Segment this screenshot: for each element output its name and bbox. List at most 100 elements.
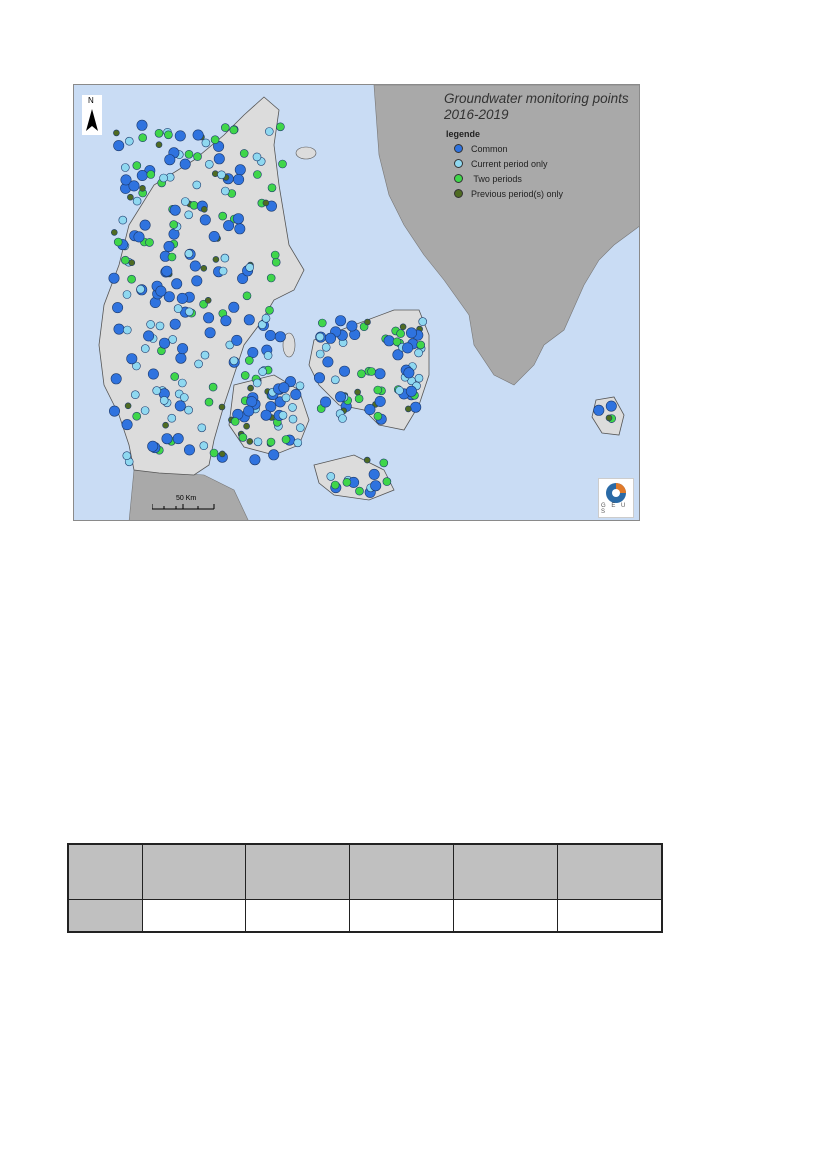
monitoring-point-marker <box>121 419 133 431</box>
common-marker-icon <box>454 144 463 153</box>
monitoring-point-marker <box>245 356 254 365</box>
monitoring-point-marker <box>243 422 250 430</box>
monitoring-point-marker <box>243 314 255 326</box>
monitoring-point-marker <box>247 384 254 392</box>
monitoring-point-marker <box>278 159 287 169</box>
monitoring-point-marker <box>120 255 130 265</box>
monitoring-point-marker <box>212 256 220 263</box>
monitoring-point-marker <box>364 318 371 326</box>
monitoring-point-marker <box>124 136 134 146</box>
monitoring-point-marker <box>295 381 305 391</box>
table-cell <box>67 899 143 933</box>
data-table <box>67 843 663 933</box>
monitoring-point-marker <box>288 403 297 412</box>
monitoring-point-marker <box>268 449 280 461</box>
monitoring-point-marker <box>200 265 208 272</box>
monitoring-point-marker <box>199 214 211 226</box>
table-cell <box>245 899 350 933</box>
monitoring-point-marker <box>342 477 352 487</box>
monitoring-point-marker <box>181 197 190 206</box>
monitoring-point-marker <box>169 318 181 330</box>
monitoring-point-marker <box>223 220 235 232</box>
monitoring-point-marker <box>253 170 262 179</box>
monitoring-point-marker <box>141 344 150 353</box>
monitoring-point-marker <box>593 404 605 416</box>
monitoring-point-marker <box>200 350 210 360</box>
monitoring-point-marker <box>402 342 414 354</box>
monitoring-point-marker <box>220 315 232 327</box>
header-cell <box>349 843 454 900</box>
monitoring-point-marker <box>403 367 415 379</box>
monitoring-point-marker <box>605 400 617 412</box>
monitoring-point-marker <box>274 331 286 343</box>
monitoring-point-marker <box>128 259 136 266</box>
monitoring-point-marker <box>108 272 120 284</box>
monitoring-point-marker <box>159 396 169 405</box>
monitoring-point-marker <box>204 297 212 304</box>
monitoring-point-marker <box>201 206 208 213</box>
monitoring-point-marker <box>139 185 146 192</box>
monitoring-point-marker <box>320 396 332 408</box>
monitoring-point-marker <box>136 284 145 294</box>
monitoring-point-marker <box>189 201 199 210</box>
header-cell <box>453 843 558 900</box>
monitoring-point-marker <box>267 183 277 193</box>
monitoring-point-marker <box>147 368 159 380</box>
geus-logo-text: G E U S <box>601 503 628 515</box>
monitoring-point-marker <box>242 291 252 301</box>
header-cell <box>245 843 350 900</box>
monitoring-point-marker <box>173 304 183 313</box>
legend-label: Current period only <box>471 158 548 169</box>
monitoring-point-marker <box>208 382 218 392</box>
monitoring-point-marker <box>258 367 267 376</box>
two-periods-marker-icon <box>454 174 463 183</box>
monitoring-point-marker <box>382 477 392 486</box>
monitoring-point-marker <box>132 161 142 170</box>
monitoring-point-marker <box>293 438 303 448</box>
monitoring-point-marker <box>261 314 271 323</box>
monitoring-point-marker <box>140 406 150 415</box>
monitoring-point-marker <box>152 386 161 395</box>
monitoring-point-marker <box>179 158 191 170</box>
monitoring-point-marker <box>264 330 276 342</box>
table-cell <box>142 899 246 933</box>
monitoring-point-marker <box>246 438 254 445</box>
monitoring-point-marker <box>185 307 194 317</box>
monitoring-point-marker <box>110 373 122 385</box>
monitoring-point-marker <box>159 337 171 349</box>
monitoring-point-marker <box>208 231 220 243</box>
monitoring-point-marker <box>164 130 173 140</box>
monitoring-point-marker <box>184 150 194 159</box>
scale-bar-icon <box>152 504 215 510</box>
monitoring-point-marker <box>373 411 383 421</box>
monitoring-point-marker <box>281 393 291 403</box>
monitoring-point-marker <box>194 359 203 369</box>
monitoring-point-marker <box>322 356 334 368</box>
map-title-line2: 2016-2019 <box>444 107 509 122</box>
monitoring-point-marker <box>238 433 248 442</box>
monitoring-point-marker <box>335 315 347 327</box>
monitoring-point-marker <box>252 378 262 388</box>
monitoring-point-marker <box>265 306 274 315</box>
monitoring-point-marker <box>288 414 298 424</box>
monitoring-point-marker <box>199 441 209 451</box>
monitoring-point-marker <box>229 125 239 135</box>
monitoring-point-marker <box>176 292 188 304</box>
monitoring-point-marker <box>405 385 417 397</box>
monitoring-point-marker <box>396 329 405 338</box>
monitoring-point-marker <box>205 160 214 169</box>
groundwater-map: Groundwater monitoring points 2016-2019 … <box>73 84 640 521</box>
monitoring-point-marker <box>290 388 302 400</box>
monitoring-point-marker <box>246 396 258 408</box>
monitoring-point-marker <box>178 378 187 388</box>
monitoring-point-marker <box>399 323 407 331</box>
monitoring-point-marker <box>368 468 380 480</box>
monitoring-point-marker <box>354 388 361 396</box>
monitoring-point-marker <box>171 278 183 290</box>
monitoring-point-marker <box>130 390 140 400</box>
monitoring-point-marker <box>315 349 325 359</box>
monitoring-point-marker <box>213 153 225 165</box>
monitoring-point-marker <box>155 285 167 297</box>
monitoring-point-marker <box>266 437 276 447</box>
monitoring-point-marker <box>184 444 196 456</box>
